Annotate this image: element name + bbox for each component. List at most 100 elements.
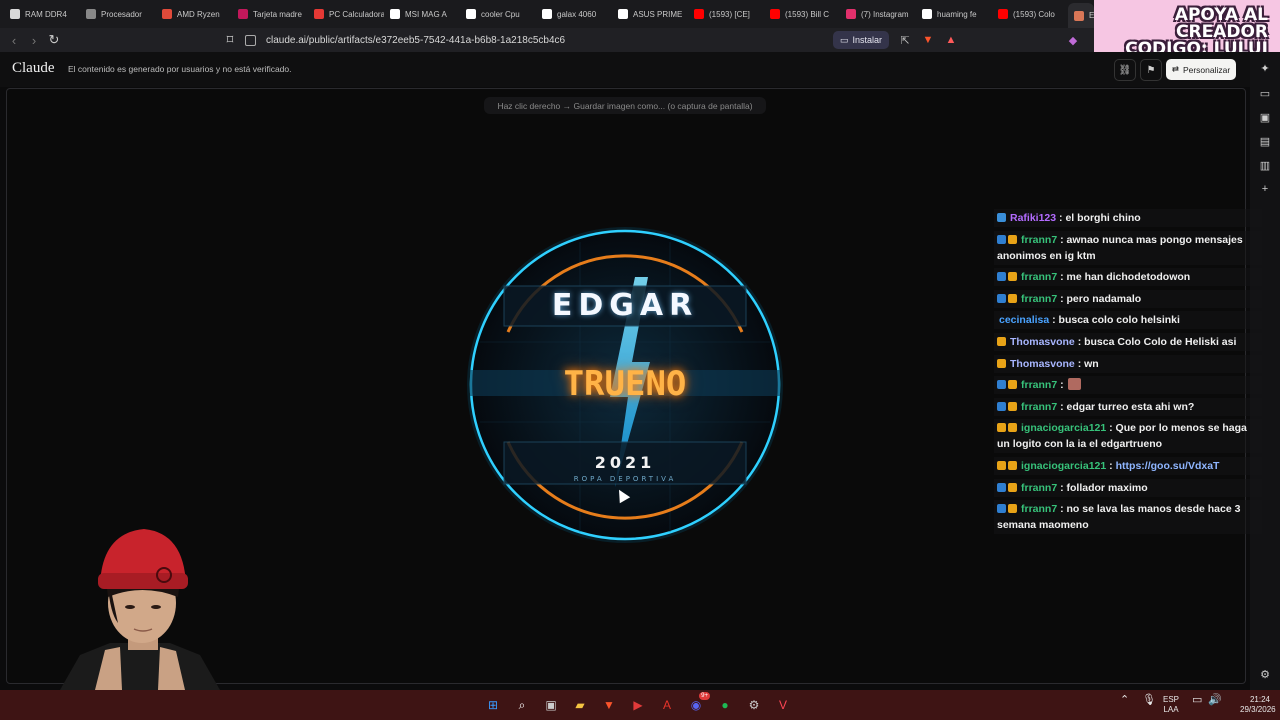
tab-7[interactable]: cooler Cpu [466, 5, 536, 23]
chat-text: : busca colo colo helsinki [1052, 314, 1180, 327]
chat-badge-icon [1008, 504, 1017, 514]
tab-10[interactable]: (1593) [CE] [694, 5, 764, 23]
personalize-button[interactable]: ⇄ Personalizar [1166, 59, 1236, 80]
clock-date: 29/3/2026 [1240, 705, 1276, 714]
tray-overflow-icon[interactable]: ⌃ [1120, 695, 1129, 706]
tab-2[interactable]: Procesador [86, 5, 156, 23]
site-info-icon[interactable] [245, 34, 256, 46]
tab-15[interactable]: E [1068, 3, 1094, 28]
tab-1[interactable]: RAM DDR4 [10, 5, 80, 23]
tab-label: AMD Ryzen [177, 9, 220, 19]
microphone-icon[interactable]: 🎙 [1142, 695, 1156, 706]
tab-3[interactable]: AMD Ryzen [162, 5, 232, 23]
history-icon[interactable]: ▥ [1258, 158, 1272, 172]
network-icon[interactable]: ▭ [1192, 695, 1202, 706]
chat-username: frrann7 [1021, 379, 1058, 392]
steam-icon[interactable]: ⚙ [744, 695, 764, 715]
chat-message: cecinalisa : busca colo colo helsinki [994, 311, 1262, 330]
promo-line-2: CODIGO: LULUI [1125, 39, 1268, 53]
tab-13[interactable]: huaming fe [922, 5, 992, 23]
chat-badge-icon [997, 482, 1006, 492]
reading-list-icon[interactable]: ▭ [1258, 86, 1272, 100]
link-icon: ⛓ [1118, 64, 1132, 76]
google-icon [618, 9, 628, 19]
logo-year: 2021 [594, 453, 656, 472]
tab-4[interactable]: Tarjeta madre [238, 5, 308, 23]
tab-9[interactable]: ASUS PRIME [618, 5, 688, 23]
chat-message: frrann7 : pero nadamalo [994, 289, 1262, 308]
tab-label: (7) Instagram [861, 9, 909, 19]
valorant-icon[interactable]: V [773, 695, 793, 715]
adobe-icon[interactable]: A [657, 695, 677, 715]
language-text: ESP [1163, 695, 1180, 704]
report-button[interactable]: ⚑ [1140, 59, 1162, 81]
logo-subtitle: ROPA DEPORTIVA [573, 475, 677, 483]
add-panel-icon[interactable]: + [1258, 182, 1272, 196]
chat-badge-icon [1008, 234, 1017, 244]
chat-message: frrann7 : me han dichodetodowon [994, 268, 1262, 287]
leo-ai-icon[interactable]: ✦ [1258, 61, 1272, 75]
task-view-icon[interactable]: ▣ [541, 695, 561, 715]
save-image-hint: Haz clic derecho → Guardar imagen como..… [484, 97, 766, 114]
chat-text: : wn [1077, 357, 1099, 370]
tab-label: ASUS PRIME [633, 9, 683, 19]
chat-badge-icon [1008, 482, 1017, 492]
logo-name: EDGAR [551, 288, 699, 323]
google-icon [466, 9, 476, 19]
promo-line-1: APOYA AL CREADOR [1174, 5, 1268, 42]
chat-message: frrann7 : edgar turreo esta ahi wn? [994, 397, 1262, 416]
tab-label: Procesador [101, 9, 142, 19]
chat-message: frrann7 : follador maximo [994, 478, 1262, 497]
reload-icon[interactable]: ↻ [46, 32, 62, 48]
chat-link[interactable]: https://goo.su/VdxaT [1116, 460, 1220, 472]
youtube-icon [694, 9, 704, 19]
chat-badge-icon [997, 423, 1006, 433]
shop-icon [238, 9, 248, 19]
wallet-icon[interactable]: ▣ [1258, 110, 1272, 124]
file-explorer-icon[interactable]: ▰ [570, 695, 590, 715]
chat-badge-icon [997, 401, 1006, 411]
bookmark-icon[interactable]: ⌑ [222, 32, 238, 48]
chat-username: frrann7 [1021, 292, 1058, 305]
clock[interactable]: 21:24 29/3/2026 [1240, 695, 1276, 715]
chat-badge-icon [997, 380, 1006, 390]
brave-icon[interactable]: ▼ [599, 695, 619, 715]
tab-5[interactable]: PC Calculadora [314, 5, 384, 23]
back-icon[interactable]: ‹ [6, 32, 22, 48]
tab-11[interactable]: (1593) Bill C [770, 5, 840, 23]
copy-link-button[interactable]: ⛓ [1114, 59, 1136, 81]
chat-username: Thomasvone [1010, 357, 1075, 370]
address-bar[interactable]: claude.ai/public/artifacts/e372eeb5-7542… [245, 30, 565, 50]
brave-rewards-icon[interactable]: ▲ [944, 33, 958, 47]
tab-6[interactable]: MSI MAG A [390, 5, 460, 23]
tab-8[interactable]: galax 4060 [542, 5, 612, 23]
chat-username: ignaciogarcia121 [1021, 422, 1107, 435]
claude-logo[interactable]: Claude [12, 60, 55, 77]
install-button[interactable]: ▭ Instalar [833, 31, 889, 49]
tab-label: Tarjeta madre [253, 9, 302, 19]
forward-icon[interactable]: › [26, 32, 42, 48]
chat-text: : follador maximo [1060, 481, 1148, 494]
stream-promo-overlay: APOYA AL CREADOR CODIGO: LULUI [1094, 0, 1280, 52]
settings-gear-icon[interactable]: ⚙ [1258, 667, 1272, 681]
spotify-icon[interactable]: ● [715, 695, 735, 715]
search-icon[interactable]: ⌕ [512, 695, 532, 715]
google-icon [390, 9, 400, 19]
chat-badge-icon [997, 272, 1006, 282]
volume-icon[interactable]: 🔊 [1208, 695, 1222, 706]
language-indicator[interactable]: ESP LAA [1163, 695, 1179, 715]
flag-icon: ⚑ [1146, 64, 1156, 76]
shop-icon [162, 9, 172, 19]
windows-start-icon[interactable]: ⊞ [483, 695, 503, 715]
tab-12[interactable]: (7) Instagram [846, 5, 916, 23]
url-text: claude.ai/public/artifacts/e372eeb5-7542… [266, 34, 566, 46]
chat-badge-icon [997, 336, 1006, 346]
extension-icon[interactable]: ◆ [1066, 33, 1080, 47]
brave-shields-icon[interactable]: ▼ [921, 33, 935, 47]
google-icon [922, 9, 932, 19]
bookmarks-icon[interactable]: ▤ [1258, 134, 1272, 148]
tab-14[interactable]: (1593) Colo [998, 5, 1068, 23]
media-player-icon[interactable]: ▶ [628, 695, 648, 715]
share-icon[interactable]: ⇱ [898, 33, 912, 47]
discord-icon[interactable]: ◉ 9+ [686, 692, 710, 715]
